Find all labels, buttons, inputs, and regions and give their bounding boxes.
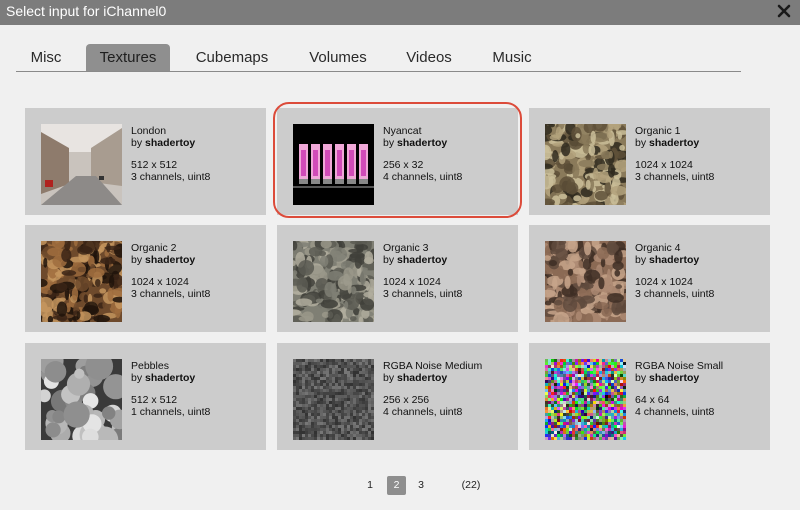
- page-total: (22): [461, 479, 481, 491]
- texture-thumbnail: [36, 347, 130, 454]
- texture-card[interactable]: Organic 4 by shadertoy 1024 x 1024 3 channe…: [529, 225, 770, 332]
- by-label: by: [635, 137, 647, 149]
- texture-thumbnail: [537, 234, 633, 329]
- texture-author-line: by shadertoy: [635, 254, 714, 266]
- texture-resolution: 64 x 64: [635, 394, 670, 406]
- pagination: 1 2 3 (22): [0, 476, 800, 496]
- texture-format: 3 channels, uint8: [635, 288, 715, 300]
- texture-resolution: 1024 x 1024: [635, 276, 693, 288]
- texture-author: shadertoy: [145, 372, 196, 384]
- texture-author-line: by shadertoy: [131, 254, 210, 266]
- page-1[interactable]: 1: [362, 476, 378, 495]
- texture-resolution: 1024 x 1024: [635, 159, 693, 171]
- texture-format: 4 channels, uint8: [383, 171, 463, 183]
- by-label: by: [131, 372, 143, 384]
- texture-author: shadertoy: [145, 137, 196, 149]
- texture-author: shadertoy: [145, 254, 196, 266]
- texture-info: London by shadertoy 512 x 512 3 channels, u…: [131, 125, 210, 183]
- texture-card[interactable]: RGBA Noise Small by shadertoy 64 x 64 4 cha…: [529, 343, 770, 450]
- texture-name: Organic 2: [131, 242, 177, 254]
- texture-author-line: by shadertoy: [635, 372, 723, 384]
- dialog-title: Select input for iChannel0: [6, 3, 167, 19]
- texture-author: shadertoy: [649, 372, 700, 384]
- texture-author-line: by shadertoy: [383, 372, 482, 384]
- tab-cubemaps[interactable]: Cubemaps: [190, 44, 274, 71]
- texture-format: 1 channels, uint8: [131, 406, 211, 418]
- texture-resolution: 512 x 512: [131, 159, 178, 171]
- texture-card[interactable]: Pebbles by shadertoy 512 x 512 1 channels, …: [25, 343, 266, 454]
- close-icon[interactable]: [776, 2, 792, 20]
- texture-format: 3 channels, uint8: [383, 288, 463, 300]
- by-label: by: [383, 137, 395, 149]
- texture-name: Organic 1: [635, 125, 681, 137]
- page-3[interactable]: 3: [413, 476, 429, 495]
- texture-resolution: 256 x 32: [383, 159, 424, 171]
- texture-format: 4 channels, uint8: [383, 406, 463, 418]
- texture-card[interactable]: Organic 2 by shadertoy 1024 x 1024 3 channe…: [25, 225, 266, 332]
- texture-format: 4 channels, uint8: [635, 406, 715, 418]
- texture-author: shadertoy: [397, 137, 448, 149]
- texture-author-line: by shadertoy: [383, 254, 462, 266]
- texture-info: Nyancat by shadertoy 256 x 32 4 channels, u…: [383, 125, 462, 183]
- tab-videos[interactable]: Videos: [398, 44, 460, 71]
- page-2-current[interactable]: 2: [387, 476, 406, 495]
- texture-author-line: by shadertoy: [635, 137, 714, 149]
- texture-name: RGBA Noise Small: [635, 360, 724, 372]
- texture-author-line: by shadertoy: [383, 137, 462, 149]
- texture-info: Organic 1 by shadertoy 1024 x 1024 3 channe…: [635, 125, 714, 183]
- texture-thumbnail: [35, 233, 129, 330]
- texture-thumbnail: [41, 124, 122, 205]
- texture-info: Pebbles by shadertoy 512 x 512 1 channels, …: [131, 360, 210, 418]
- tab-misc[interactable]: Misc: [20, 44, 72, 71]
- texture-card[interactable]: Organic 3 by shadertoy 1024 x 1024 3 channe…: [277, 225, 518, 332]
- texture-format: 3 channels, uint8: [635, 171, 715, 183]
- texture-author-line: by shadertoy: [131, 137, 210, 149]
- by-label: by: [635, 254, 647, 266]
- texture-author-line: by shadertoy: [131, 372, 210, 384]
- texture-thumbnail: [293, 124, 374, 205]
- by-label: by: [635, 372, 647, 384]
- tab-bar: Misc Textures Cubemaps Volumes Videos Mu…: [16, 44, 741, 72]
- tab-music[interactable]: Music: [484, 44, 540, 71]
- texture-resolution: 256 x 256: [383, 394, 430, 406]
- texture-name: London: [131, 125, 167, 137]
- texture-format: 3 channels, uint8: [131, 171, 211, 183]
- texture-thumbnail: [545, 359, 626, 440]
- texture-name: RGBA Noise Medium: [383, 360, 483, 372]
- texture-name: Organic 3: [383, 242, 429, 254]
- by-label: by: [131, 137, 143, 149]
- texture-author: shadertoy: [397, 254, 448, 266]
- texture-name: Organic 4: [635, 242, 681, 254]
- by-label: by: [131, 254, 143, 266]
- texture-resolution: 1024 x 1024: [131, 276, 189, 288]
- texture-info: Organic 4 by shadertoy 1024 x 1024 3 channe…: [635, 242, 714, 300]
- dialog-titlebar: Select input for iChannel0: [0, 0, 800, 25]
- texture-info: RGBA Noise Small by shadertoy 64 x 64 4 cha…: [635, 360, 723, 418]
- texture-format: 3 channels, uint8: [131, 288, 211, 300]
- texture-author: shadertoy: [649, 137, 700, 149]
- texture-name: Pebbles: [131, 360, 169, 372]
- texture-info: Organic 2 by shadertoy 1024 x 1024 3 channe…: [131, 242, 210, 300]
- tab-textures[interactable]: Textures: [86, 44, 170, 71]
- texture-thumbnail: [537, 116, 633, 212]
- by-label: by: [383, 372, 395, 384]
- by-label: by: [383, 254, 395, 266]
- texture-thumbnail: [285, 236, 382, 330]
- texture-card[interactable]: Nyancat by shadertoy 256 x 32 4 channels, u…: [277, 108, 518, 215]
- texture-author: shadertoy: [649, 254, 700, 266]
- tab-volumes[interactable]: Volumes: [300, 44, 376, 71]
- texture-card[interactable]: London by shadertoy 512 x 512 3 channels, u…: [25, 108, 266, 215]
- texture-thumbnail: [293, 359, 374, 440]
- texture-resolution: 512 x 512: [131, 394, 178, 406]
- texture-info: Organic 3 by shadertoy 1024 x 1024 3 channe…: [383, 242, 462, 300]
- texture-name: Nyancat: [383, 125, 422, 137]
- texture-author: shadertoy: [397, 372, 448, 384]
- texture-card[interactable]: RGBA Noise Medium by shadertoy 256 x 256 4 …: [277, 343, 518, 450]
- texture-info: RGBA Noise Medium by shadertoy 256 x 256 4 …: [383, 360, 482, 418]
- texture-resolution: 1024 x 1024: [383, 276, 441, 288]
- texture-card[interactable]: Organic 1 by shadertoy 1024 x 1024 3 channe…: [529, 108, 770, 215]
